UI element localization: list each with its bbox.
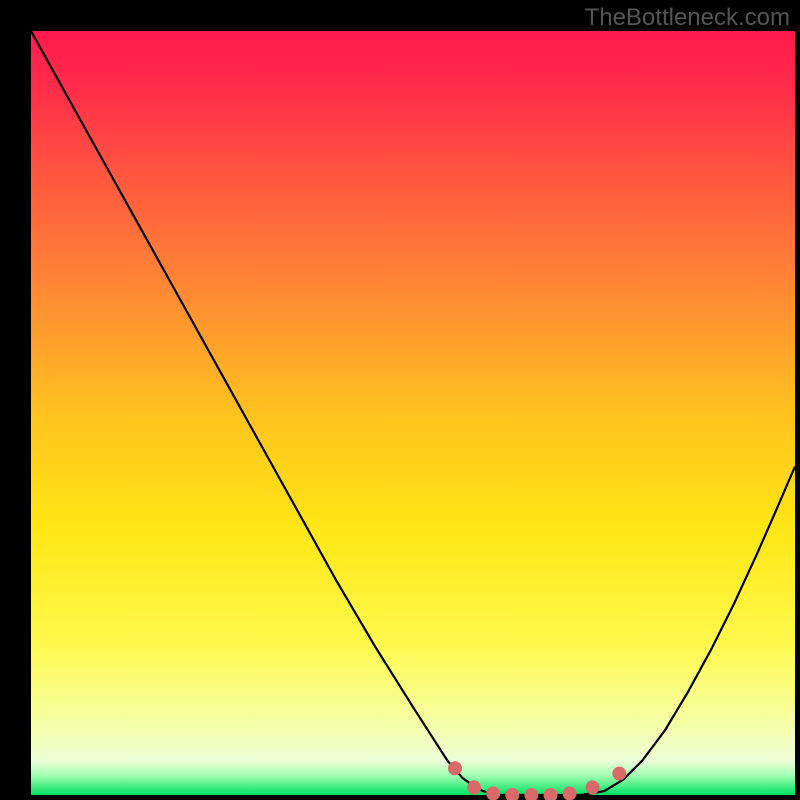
- chart-background-gradient: [31, 31, 795, 795]
- flat-marker: [612, 767, 626, 781]
- bottleneck-chart: [0, 0, 800, 800]
- flat-marker: [563, 787, 577, 800]
- flat-marker: [586, 780, 600, 794]
- flat-marker: [467, 780, 481, 794]
- flat-marker: [486, 787, 500, 800]
- flat-marker: [448, 761, 462, 775]
- watermark-text: TheBottleneck.com: [585, 4, 790, 32]
